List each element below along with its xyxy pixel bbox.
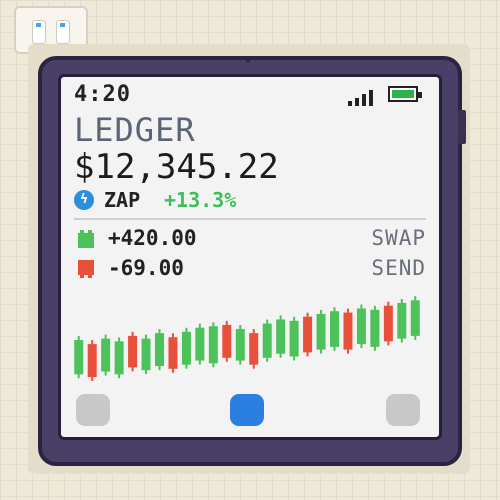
candle-bar	[343, 312, 353, 350]
candle-bar	[128, 335, 138, 368]
status-time: 4:20	[74, 82, 131, 107]
transaction-amount: +420.00	[108, 226, 197, 250]
candle-bar	[289, 320, 299, 357]
candle-bar	[235, 329, 245, 361]
balance-amount: $12,345.22	[74, 147, 279, 187]
app-title: LEDGER	[74, 111, 196, 149]
swap-button[interactable]: SWAP	[371, 226, 426, 250]
eye-right	[56, 20, 70, 44]
candle-bar	[249, 333, 259, 365]
nav-right-button[interactable]	[386, 394, 420, 426]
up-indicator-icon	[78, 230, 94, 248]
candle-bar	[101, 338, 111, 372]
candle-bar	[383, 305, 393, 342]
candle-bar	[397, 302, 407, 339]
signal-icon	[348, 88, 378, 106]
side-button[interactable]	[458, 110, 466, 144]
candle-bar	[276, 319, 286, 354]
candle-bar	[155, 333, 164, 367]
candle-bar	[222, 324, 232, 358]
token-change: +13.3%	[164, 188, 237, 212]
battery-icon	[388, 86, 422, 102]
transaction-amount: -69.00	[108, 256, 184, 280]
candle-bar	[208, 326, 218, 364]
candle-bar	[168, 337, 178, 369]
divider	[74, 218, 426, 220]
candle-bar	[330, 311, 339, 347]
zap-token-icon: ϟ	[74, 190, 94, 210]
candle-bar	[181, 331, 191, 365]
transaction-row-send[interactable]: -69.00 SEND	[74, 256, 426, 282]
price-chart	[74, 296, 420, 382]
candle-bar	[87, 344, 97, 378]
candle-bar	[303, 316, 313, 353]
candle-bar	[410, 300, 420, 336]
nav-home-button[interactable]	[230, 394, 264, 426]
candle-bar	[74, 340, 84, 375]
candle-bar	[114, 341, 124, 375]
down-indicator-icon	[78, 260, 94, 278]
transaction-row-swap[interactable]: +420.00 SWAP	[74, 226, 426, 252]
token-name: ZAP	[104, 188, 141, 212]
candle-bar	[195, 327, 205, 361]
candle-bar	[356, 308, 366, 345]
device-notch	[246, 58, 250, 62]
candle-bar	[262, 323, 272, 358]
candle-bar	[316, 313, 326, 350]
send-button[interactable]: SEND	[371, 256, 426, 280]
nav-left-button[interactable]	[76, 394, 110, 426]
candle-bar	[141, 338, 151, 371]
eye-left	[32, 20, 46, 44]
candle-bar	[370, 309, 380, 347]
